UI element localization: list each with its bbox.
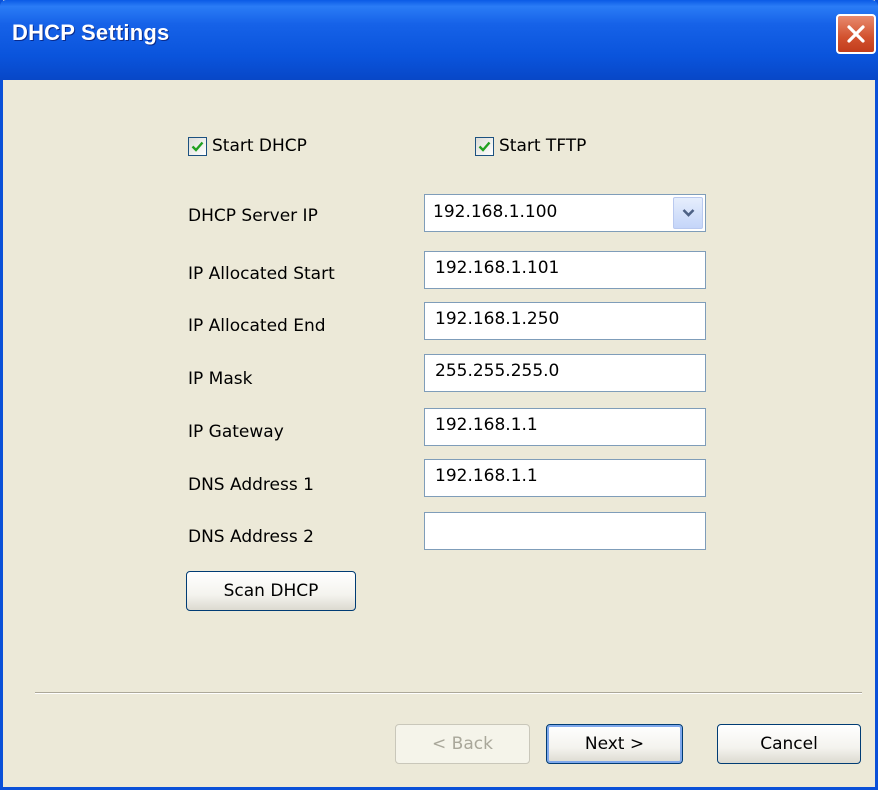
ip-allocated-end-input[interactable]: 192.168.1.250: [424, 302, 706, 340]
dns-address-2-input[interactable]: [424, 512, 706, 550]
ip-mask-label: IP Mask: [188, 369, 253, 389]
ip-allocated-start-label: IP Allocated Start: [188, 264, 335, 284]
dropdown-button[interactable]: [673, 197, 703, 229]
ip-allocated-start-input[interactable]: 192.168.1.101: [424, 251, 706, 289]
ip-gateway-label: IP Gateway: [188, 422, 284, 442]
ip-mask-input[interactable]: 255.255.255.0: [424, 354, 706, 392]
chevron-down-icon: [682, 209, 695, 217]
dhcp-settings-dialog: DHCP Settings: [0, 0, 878, 790]
scan-dhcp-button[interactable]: Scan DHCP: [186, 571, 356, 611]
checkmark-icon: [191, 141, 204, 152]
divider: [35, 692, 862, 694]
close-button[interactable]: [836, 14, 876, 54]
start-dhcp-label: Start DHCP: [212, 136, 307, 156]
dns-address-2-label: DNS Address 2: [188, 527, 314, 547]
start-tftp-option[interactable]: Start TFTP: [475, 136, 586, 156]
title-bar[interactable]: DHCP Settings: [0, 0, 878, 80]
ip-gateway-input[interactable]: 192.168.1.1: [424, 408, 706, 446]
next-button[interactable]: Next >: [546, 724, 683, 764]
dns-address-1-input[interactable]: 192.168.1.1: [424, 459, 706, 497]
dhcp-server-ip-label: DHCP Server IP: [188, 206, 318, 226]
dhcp-server-ip-dropdown[interactable]: 192.168.1.100: [424, 194, 706, 232]
close-icon: [847, 25, 865, 43]
start-dhcp-checkbox[interactable]: [188, 136, 207, 156]
dns-address-1-label: DNS Address 1: [188, 475, 314, 495]
checkmark-icon: [478, 141, 491, 152]
window-title: DHCP Settings: [12, 20, 170, 45]
cancel-button[interactable]: Cancel: [717, 724, 861, 764]
start-tftp-checkbox[interactable]: [475, 136, 494, 156]
back-button[interactable]: < Back: [395, 724, 530, 764]
ip-allocated-end-label: IP Allocated End: [188, 316, 326, 336]
start-dhcp-option[interactable]: Start DHCP: [188, 136, 307, 156]
start-tftp-label: Start TFTP: [499, 136, 587, 156]
dhcp-server-ip-value: 192.168.1.100: [433, 202, 558, 222]
